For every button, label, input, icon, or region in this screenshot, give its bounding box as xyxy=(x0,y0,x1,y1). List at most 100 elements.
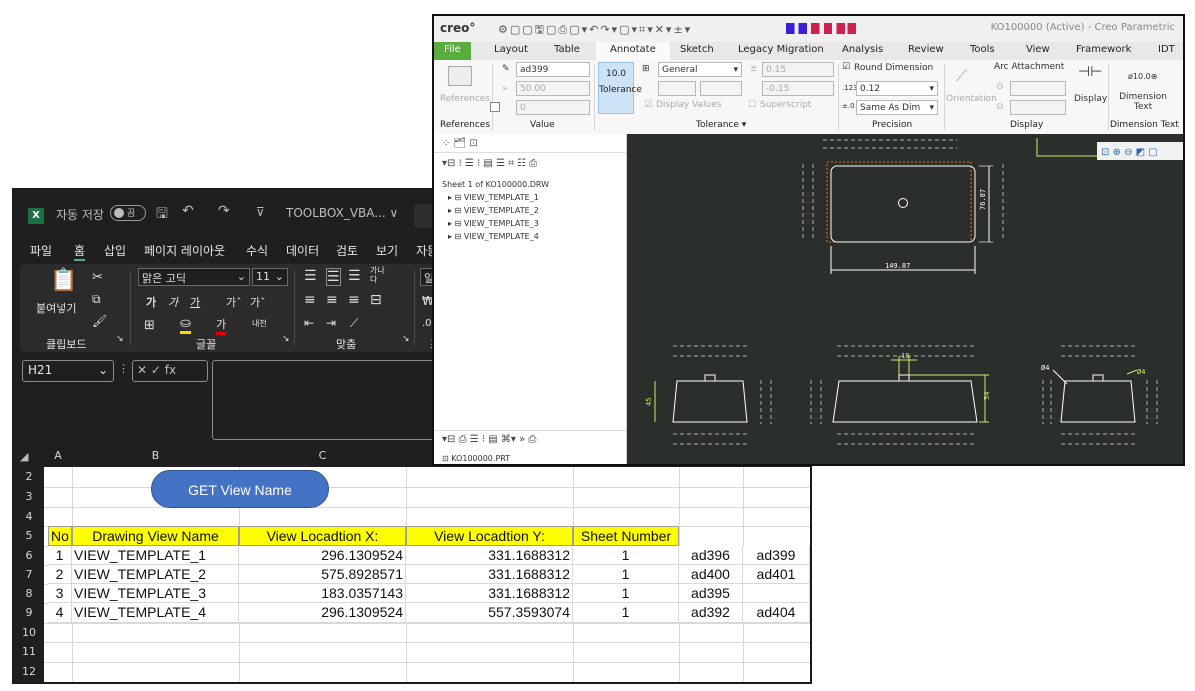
col-header-a[interactable]: A xyxy=(44,446,72,466)
cell-dim-g[interactable]: ad399 xyxy=(743,546,810,565)
tab-legacy-migration[interactable]: Legacy Migration xyxy=(738,44,824,55)
cell-sheet-number[interactable]: 1 xyxy=(573,565,679,584)
cell-location-x[interactable]: 575.8928571 xyxy=(239,565,406,584)
tolerance-group-label[interactable]: Tolerance ▾ xyxy=(696,120,746,130)
fx-buttons[interactable]: ✕ ✓ fx xyxy=(132,360,208,382)
tree-toolbar[interactable]: ▾⊟ ⁝ ☰ ⁝ ▤ ☰ ⌗ ☷ ⎙ xyxy=(442,158,537,169)
tree-item-view-template-1[interactable]: ▸ ⊟ VIEW_TEMPLATE_1 xyxy=(448,193,539,202)
drawing-canvas[interactable]: ⊡ ⊕ ⊖ ◩ ▢ 149.87 76.87 45 18 54 Ø4 Ø4 xyxy=(627,134,1183,464)
cell-dim-g[interactable]: ad404 xyxy=(743,603,810,623)
front-view-top-dim[interactable]: 18 xyxy=(901,352,909,360)
menu-home[interactable]: 홈 xyxy=(74,242,86,261)
cell-view-name[interactable]: VIEW_TEMPLATE_2 xyxy=(72,565,239,584)
cell-view-name[interactable]: VIEW_TEMPLATE_1 xyxy=(72,546,239,565)
part-node[interactable]: ⊡ KO100000.PRT xyxy=(442,454,510,463)
increase-indent-icon[interactable]: ⇥ xyxy=(326,316,336,330)
cell-no[interactable]: 3 xyxy=(48,584,72,603)
paste-label[interactable]: 붙여넣기 xyxy=(36,300,76,316)
menu-insert[interactable]: 삽입 xyxy=(104,242,126,259)
cell-no[interactable]: 4 xyxy=(48,603,72,623)
row-header[interactable]: 6 xyxy=(14,546,44,565)
align-left-icon[interactable]: ≡ xyxy=(304,292,316,308)
tab-tools[interactable]: Tools xyxy=(970,44,995,55)
override-value-input[interactable]: 0 xyxy=(516,100,590,115)
dimension-name-input[interactable]: ad399 xyxy=(516,62,590,77)
tab-annotate[interactable]: Annotate xyxy=(596,42,670,60)
align-middle-icon[interactable]: ☰ xyxy=(326,268,341,286)
undo-icon[interactable]: ↶ xyxy=(182,203,194,219)
top-view-width-dim[interactable]: 149.87 xyxy=(885,262,910,270)
arc-attachment-select[interactable] xyxy=(1010,100,1066,115)
display-witness-icon[interactable]: ⊣⊢ xyxy=(1078,64,1102,80)
cell-sheet-number[interactable]: 1 xyxy=(573,546,679,565)
override-checkbox[interactable] xyxy=(490,102,500,112)
font-color-button[interactable]: 가 xyxy=(216,316,227,335)
header-sheet-number[interactable]: Sheet Number xyxy=(573,526,679,546)
row-header[interactable]: 10 xyxy=(14,623,44,642)
cell-dim-g[interactable] xyxy=(743,584,810,603)
view-toolbar-icons[interactable]: ⊡ ⊕ ⊖ ◩ ▢ xyxy=(1101,147,1158,158)
tab-review[interactable]: Review xyxy=(908,44,944,55)
cell-no[interactable]: 2 xyxy=(48,565,72,584)
header-location-y[interactable]: View Locadtion Y: xyxy=(406,526,573,546)
row-header[interactable]: 8 xyxy=(14,584,44,603)
copy-icon[interactable]: ⧉ xyxy=(92,292,101,307)
display-values-checkbox[interactable]: ☑ xyxy=(644,100,652,110)
arc-attachment-select[interactable] xyxy=(1010,81,1066,96)
tab-framework[interactable]: Framework xyxy=(1076,44,1131,55)
save-icon[interactable]: 🖫 xyxy=(156,203,168,227)
tab-idt[interactable]: IDT xyxy=(1158,44,1175,55)
shrink-font-button[interactable]: 가ˇ xyxy=(250,294,266,310)
align-top-icon[interactable]: ☰ xyxy=(304,268,317,284)
align-bottom-icon[interactable]: ☰ xyxy=(348,268,361,284)
row-header[interactable]: 3 xyxy=(14,487,44,507)
row-header[interactable]: 2 xyxy=(14,467,44,487)
dimension-text-button[interactable]: Dimension Text xyxy=(1118,92,1168,112)
tab-layout[interactable]: Layout xyxy=(494,44,528,55)
col-header-b[interactable]: B xyxy=(72,446,239,466)
cell-dim-f[interactable]: ad396 xyxy=(679,546,743,565)
upper-tolerance-input[interactable]: 0.15 xyxy=(762,62,834,77)
paste-icon[interactable]: 📋 xyxy=(50,268,77,293)
superscript-checkbox[interactable]: ☐ xyxy=(748,100,756,110)
font-size-select[interactable]: 11 ⌄ xyxy=(252,268,288,286)
cell-dim-f[interactable]: ad400 xyxy=(679,565,743,584)
cell-view-name[interactable]: VIEW_TEMPLATE_4 xyxy=(72,603,239,623)
orientation-icon[interactable]: ⟋ xyxy=(956,66,967,86)
select-all-icon[interactable]: ◢ xyxy=(20,450,28,463)
format-painter-icon[interactable]: 🖌 xyxy=(92,314,107,328)
customize-qat-icon[interactable]: ⊽ xyxy=(256,205,265,219)
tree-item-view-template-4[interactable]: ▸ ⊟ VIEW_TEMPLATE_4 xyxy=(448,232,539,241)
bold-button[interactable]: 가 xyxy=(146,294,156,310)
fill-color-icon[interactable]: ⛀ xyxy=(180,316,191,334)
view-template-front[interactable]: 18 54 xyxy=(810,345,991,445)
menu-page-layout[interactable]: 페이지 레이아웃 xyxy=(144,242,225,259)
tolerance-mode-select[interactable]: General ▾ xyxy=(658,62,742,77)
cell-dim-f[interactable]: ad395 xyxy=(679,584,743,603)
tab-sketch[interactable]: Sketch xyxy=(680,44,714,55)
tree-item-view-template-3[interactable]: ▸ ⊟ VIEW_TEMPLATE_3 xyxy=(448,219,539,228)
decrease-indent-icon[interactable]: ⇤ xyxy=(304,316,314,330)
menu-view[interactable]: 보기 xyxy=(376,242,398,259)
cell-no[interactable]: 1 xyxy=(48,546,72,565)
dialog-launcher-icon[interactable]: ↘ xyxy=(282,334,290,344)
references-button-label[interactable]: References xyxy=(440,94,490,104)
tree-tabs[interactable]: ⁘ 🗂 ⊡ xyxy=(442,138,478,149)
view-template-top[interactable]: 149.87 76.87 xyxy=(802,139,1004,274)
left-view-dim[interactable]: 45 xyxy=(645,398,653,406)
cell-location-x[interactable]: 296.1309524 xyxy=(239,546,406,565)
front-view-side-dim[interactable]: 54 xyxy=(983,392,991,400)
cell-sheet-number[interactable]: 1 xyxy=(573,603,679,623)
dialog-launcher-icon[interactable]: ↘ xyxy=(402,334,410,344)
references-icon[interactable] xyxy=(448,66,472,86)
color-swatches-icon[interactable] xyxy=(786,23,856,34)
file-name[interactable]: TOOLBOX_VBA... ∨ xyxy=(286,206,398,220)
tolerance-button[interactable]: 10.0 Tolerance xyxy=(598,62,642,114)
grow-font-button[interactable]: 가ˆ xyxy=(226,294,242,310)
menu-file[interactable]: 파일 xyxy=(30,242,52,259)
menu-formulas[interactable]: 수식 xyxy=(246,242,268,259)
view-template-right[interactable]: Ø4 Ø4 xyxy=(1041,345,1158,445)
lower-tolerance-input[interactable]: -0.15 xyxy=(762,81,834,96)
italic-button[interactable]: 가 xyxy=(168,294,178,310)
part-tree-toolbar[interactable]: ▾⊟ ⎙ ☰ ⁝ ▤ ⌘▾ » ⎙ xyxy=(442,434,536,445)
